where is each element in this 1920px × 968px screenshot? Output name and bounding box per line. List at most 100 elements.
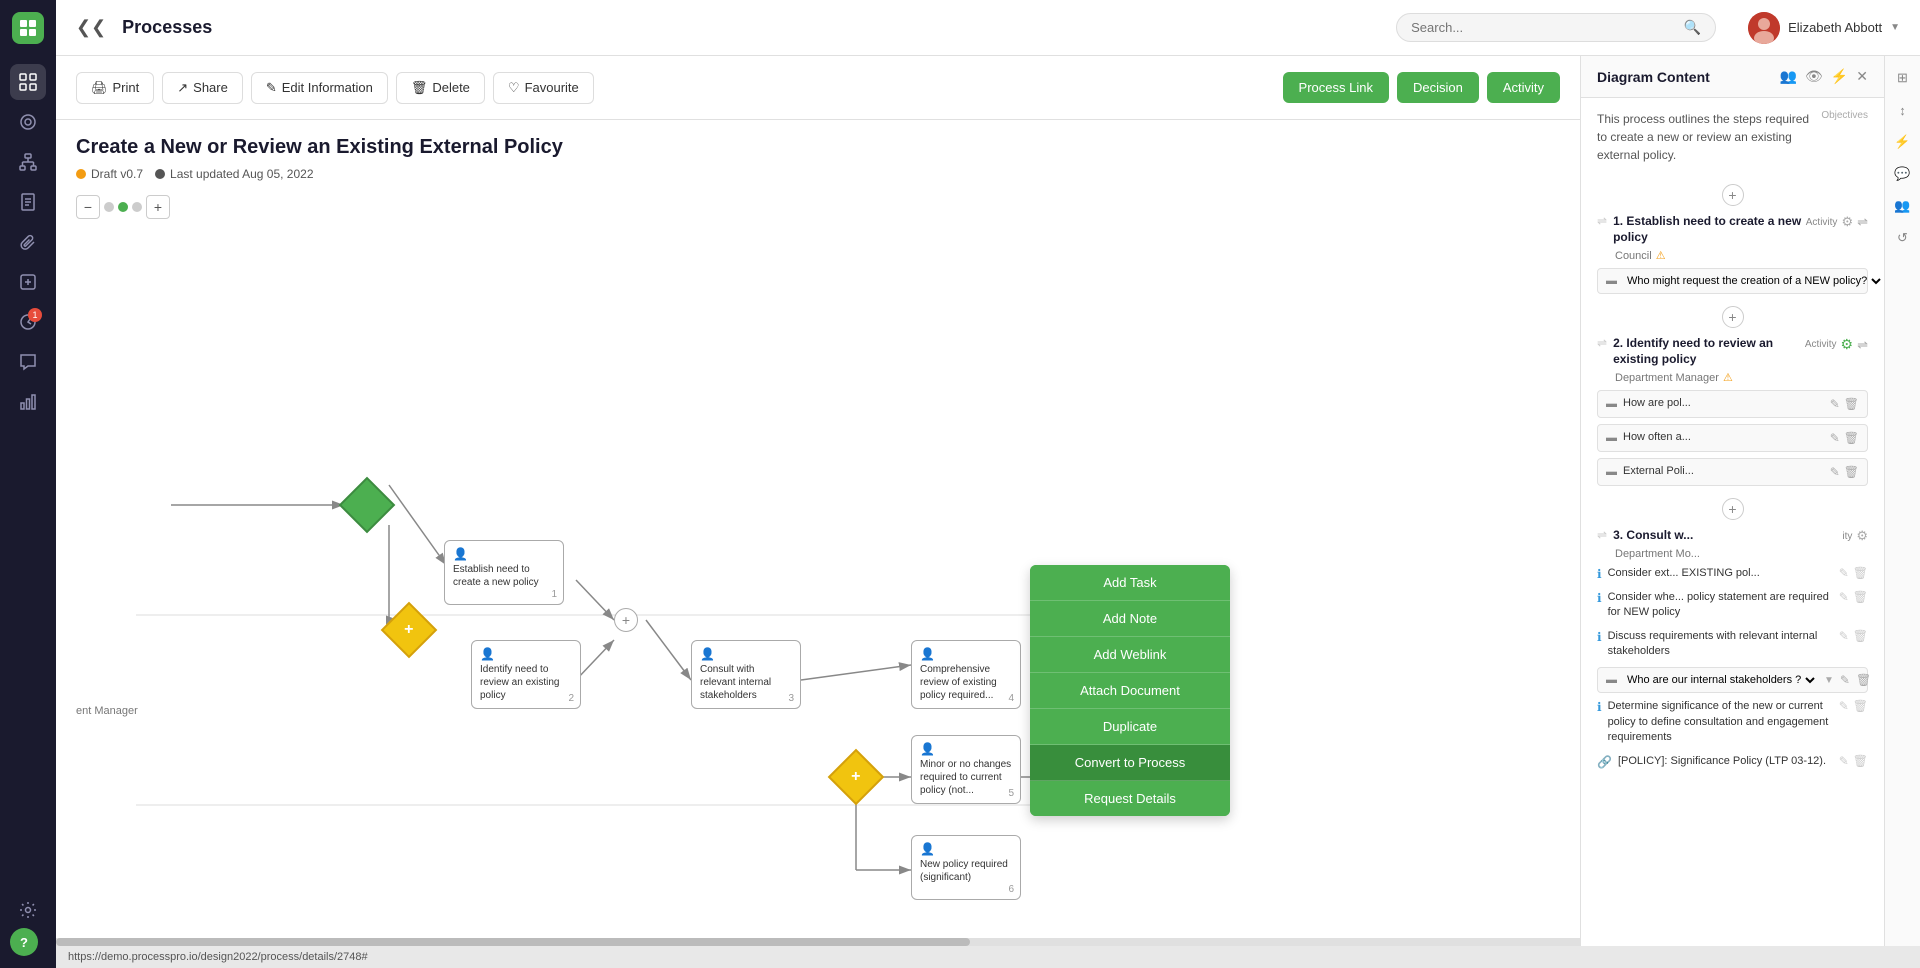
add-task-button[interactable]: Add Task [1030,565,1230,601]
note-1-edit-icon[interactable]: ✎ [1830,397,1840,411]
add-circle-3[interactable]: + [1722,498,1744,520]
duplicate-button[interactable]: Duplicate [1030,709,1230,745]
activity-3-info-3: ℹ Discuss requirements with relevant int… [1597,629,1868,660]
sidebar-item-org[interactable] [10,144,46,180]
sidebar-item-processes[interactable] [10,64,46,100]
sidebar-item-tasks[interactable] [10,264,46,300]
request-details-button[interactable]: Request Details [1030,781,1230,816]
decision-button[interactable]: Decision [1397,72,1479,103]
edit-info-button[interactable]: ✎ Edit Information [251,72,388,104]
panel-eye-icon[interactable]: 👁 [1805,68,1823,85]
info-5-edit-icon[interactable]: ✎ [1839,699,1849,713]
activity-1-owner: Council ⚠ [1615,249,1868,262]
task-comprehensive[interactable]: 👤 Comprehensive review of existing polic… [911,640,1021,709]
activity-2-task-1: ▬ How are pol... ✎ 🗑 [1597,390,1868,418]
note-text-3: External Poli... [1623,465,1824,477]
activity-1-dropdown[interactable]: Who might request the creation of a NEW … [1623,274,1884,288]
sidebar-item-comments[interactable] [10,344,46,380]
gateway-1[interactable]: + [381,602,438,659]
add-weblink-button[interactable]: Add Weblink [1030,637,1230,673]
sidebar-item-settings[interactable] [10,892,46,928]
activity-3-select[interactable]: Who are our internal stakeholders ? [1623,673,1818,687]
panel-tool-arrows[interactable]: ↕ [1889,96,1917,124]
drag-handle-3[interactable]: ⇌ [1597,528,1607,542]
drag-handle-2[interactable]: ⇌ [1597,336,1607,350]
activity-button[interactable]: Activity [1487,72,1560,103]
diagram-canvas[interactable]: ent Manager + 👤 Establish need to create… [56,225,1580,938]
help-button[interactable]: ? [10,928,38,956]
activity-3-dropdown[interactable]: ▬ Who are our internal stakeholders ? ▼ … [1597,667,1868,693]
sidebar-item-analytics[interactable] [10,384,46,420]
share-button[interactable]: ↗ Share [162,72,243,104]
user-menu[interactable]: Elizabeth Abbott ▼ [1748,12,1900,44]
activity-3-info-1: ℹ Consider ext... EXISTING pol... ✎ 🗑 [1597,566,1868,581]
note-3-delete-icon[interactable]: 🗑 [1844,465,1859,479]
activity-3-configure-icon[interactable]: ⚙ [1856,528,1868,544]
avatar [1748,12,1780,44]
info-1-edit-icon[interactable]: ✎ [1839,566,1849,580]
delete-button[interactable]: 🗑 Delete [396,72,485,104]
activity-2-settings-icon[interactable]: ⇌ [1857,337,1868,353]
sidebar-item-dashboard[interactable] [10,104,46,140]
search-bar[interactable]: 🔍 [1396,13,1716,42]
activity-1-configure-icon[interactable]: ⇌ [1857,214,1868,230]
zoom-dot-3[interactable] [132,202,142,212]
zoom-dot-1[interactable] [104,202,114,212]
note-2-delete-icon[interactable]: 🗑 [1844,431,1859,445]
activity-1-settings-icon[interactable]: ⚙ [1841,214,1853,230]
panel-close-icon[interactable]: ✕ [1856,68,1868,85]
task-consult[interactable]: 👤 Consult with relevant internal stakeho… [691,640,801,709]
zoom-plus-button[interactable]: + [146,195,170,219]
note-2-edit-icon[interactable]: ✎ [1830,431,1840,445]
zoom-controls: − + [56,189,1580,225]
activity-1-task-1[interactable]: ▬ Who might request the creation of a NE… [1597,268,1868,294]
zoom-minus-button[interactable]: − [76,195,100,219]
dropdown-3-delete-icon[interactable]: 🗑 [1856,673,1871,687]
app-logo[interactable] [12,12,44,44]
info-6-delete-icon[interactable]: 🗑 [1853,754,1868,768]
panel-tool-layout[interactable]: ⊞ [1889,64,1917,92]
dropdown-3-edit-icon[interactable]: ✎ [1840,673,1850,687]
plus-node-2[interactable]: + [614,608,638,632]
sidebar-item-attachments[interactable] [10,224,46,260]
add-circle-2[interactable]: + [1722,306,1744,328]
process-link-button[interactable]: Process Link [1283,72,1389,103]
add-circle-1[interactable]: + [1722,184,1744,206]
note-1-delete-icon[interactable]: 🗑 [1844,397,1859,411]
sidebar-item-reports[interactable]: 1 [10,304,46,340]
drag-handle-1[interactable]: ⇌ [1597,214,1607,228]
gateway-start[interactable] [339,477,396,534]
scrollbar-thumb[interactable] [56,938,970,946]
add-note-button[interactable]: Add Note [1030,601,1230,637]
panel-tool-users[interactable]: 👥 [1889,192,1917,220]
panel-tool-chat[interactable]: 💬 [1889,160,1917,188]
print-button[interactable]: 🖨 Print [76,72,154,104]
panel-lightning-icon[interactable]: ⚡ [1831,68,1848,85]
task-minor[interactable]: 👤 Minor or no changes required to curren… [911,735,1021,804]
panel-tool-history[interactable]: ↺ [1889,224,1917,252]
back-button[interactable]: ❮❮ [76,17,106,38]
diagram-scrollbar[interactable] [56,938,1580,946]
convert-to-process-button[interactable]: Convert to Process [1030,745,1230,781]
info-5-delete-icon[interactable]: 🗑 [1853,699,1868,713]
info-3-delete-icon[interactable]: 🗑 [1853,629,1868,643]
activity-2-configure-icon[interactable]: ⚙ [1841,336,1854,353]
zoom-dot-2[interactable] [118,202,128,212]
attach-document-button[interactable]: Attach Document [1030,673,1230,709]
info-3-edit-icon[interactable]: ✎ [1839,629,1849,643]
info-2-delete-icon[interactable]: 🗑 [1853,590,1868,604]
sidebar-item-docs[interactable] [10,184,46,220]
info-2-edit-icon[interactable]: ✎ [1839,590,1849,604]
panel-users-icon[interactable]: 👥 [1780,68,1797,85]
note-3-edit-icon[interactable]: ✎ [1830,465,1840,479]
panel-tool-filter[interactable]: ⚡ [1889,128,1917,156]
task-new-policy[interactable]: 👤 New policy required (significant) 6 [911,835,1021,900]
task-establish[interactable]: 👤 Establish need to create a new policy … [444,540,564,605]
search-input[interactable] [1411,20,1676,35]
gateway-2[interactable]: + [828,749,885,806]
favourite-button[interactable]: ♡ Favourite [493,72,594,104]
panel-header: Diagram Content 👥 👁 ⚡ ✕ [1581,56,1884,98]
info-1-delete-icon[interactable]: 🗑 [1853,566,1868,580]
info-6-edit-icon[interactable]: ✎ [1839,754,1849,768]
task-identify[interactable]: 👤 Identify need to review an existing po… [471,640,581,709]
